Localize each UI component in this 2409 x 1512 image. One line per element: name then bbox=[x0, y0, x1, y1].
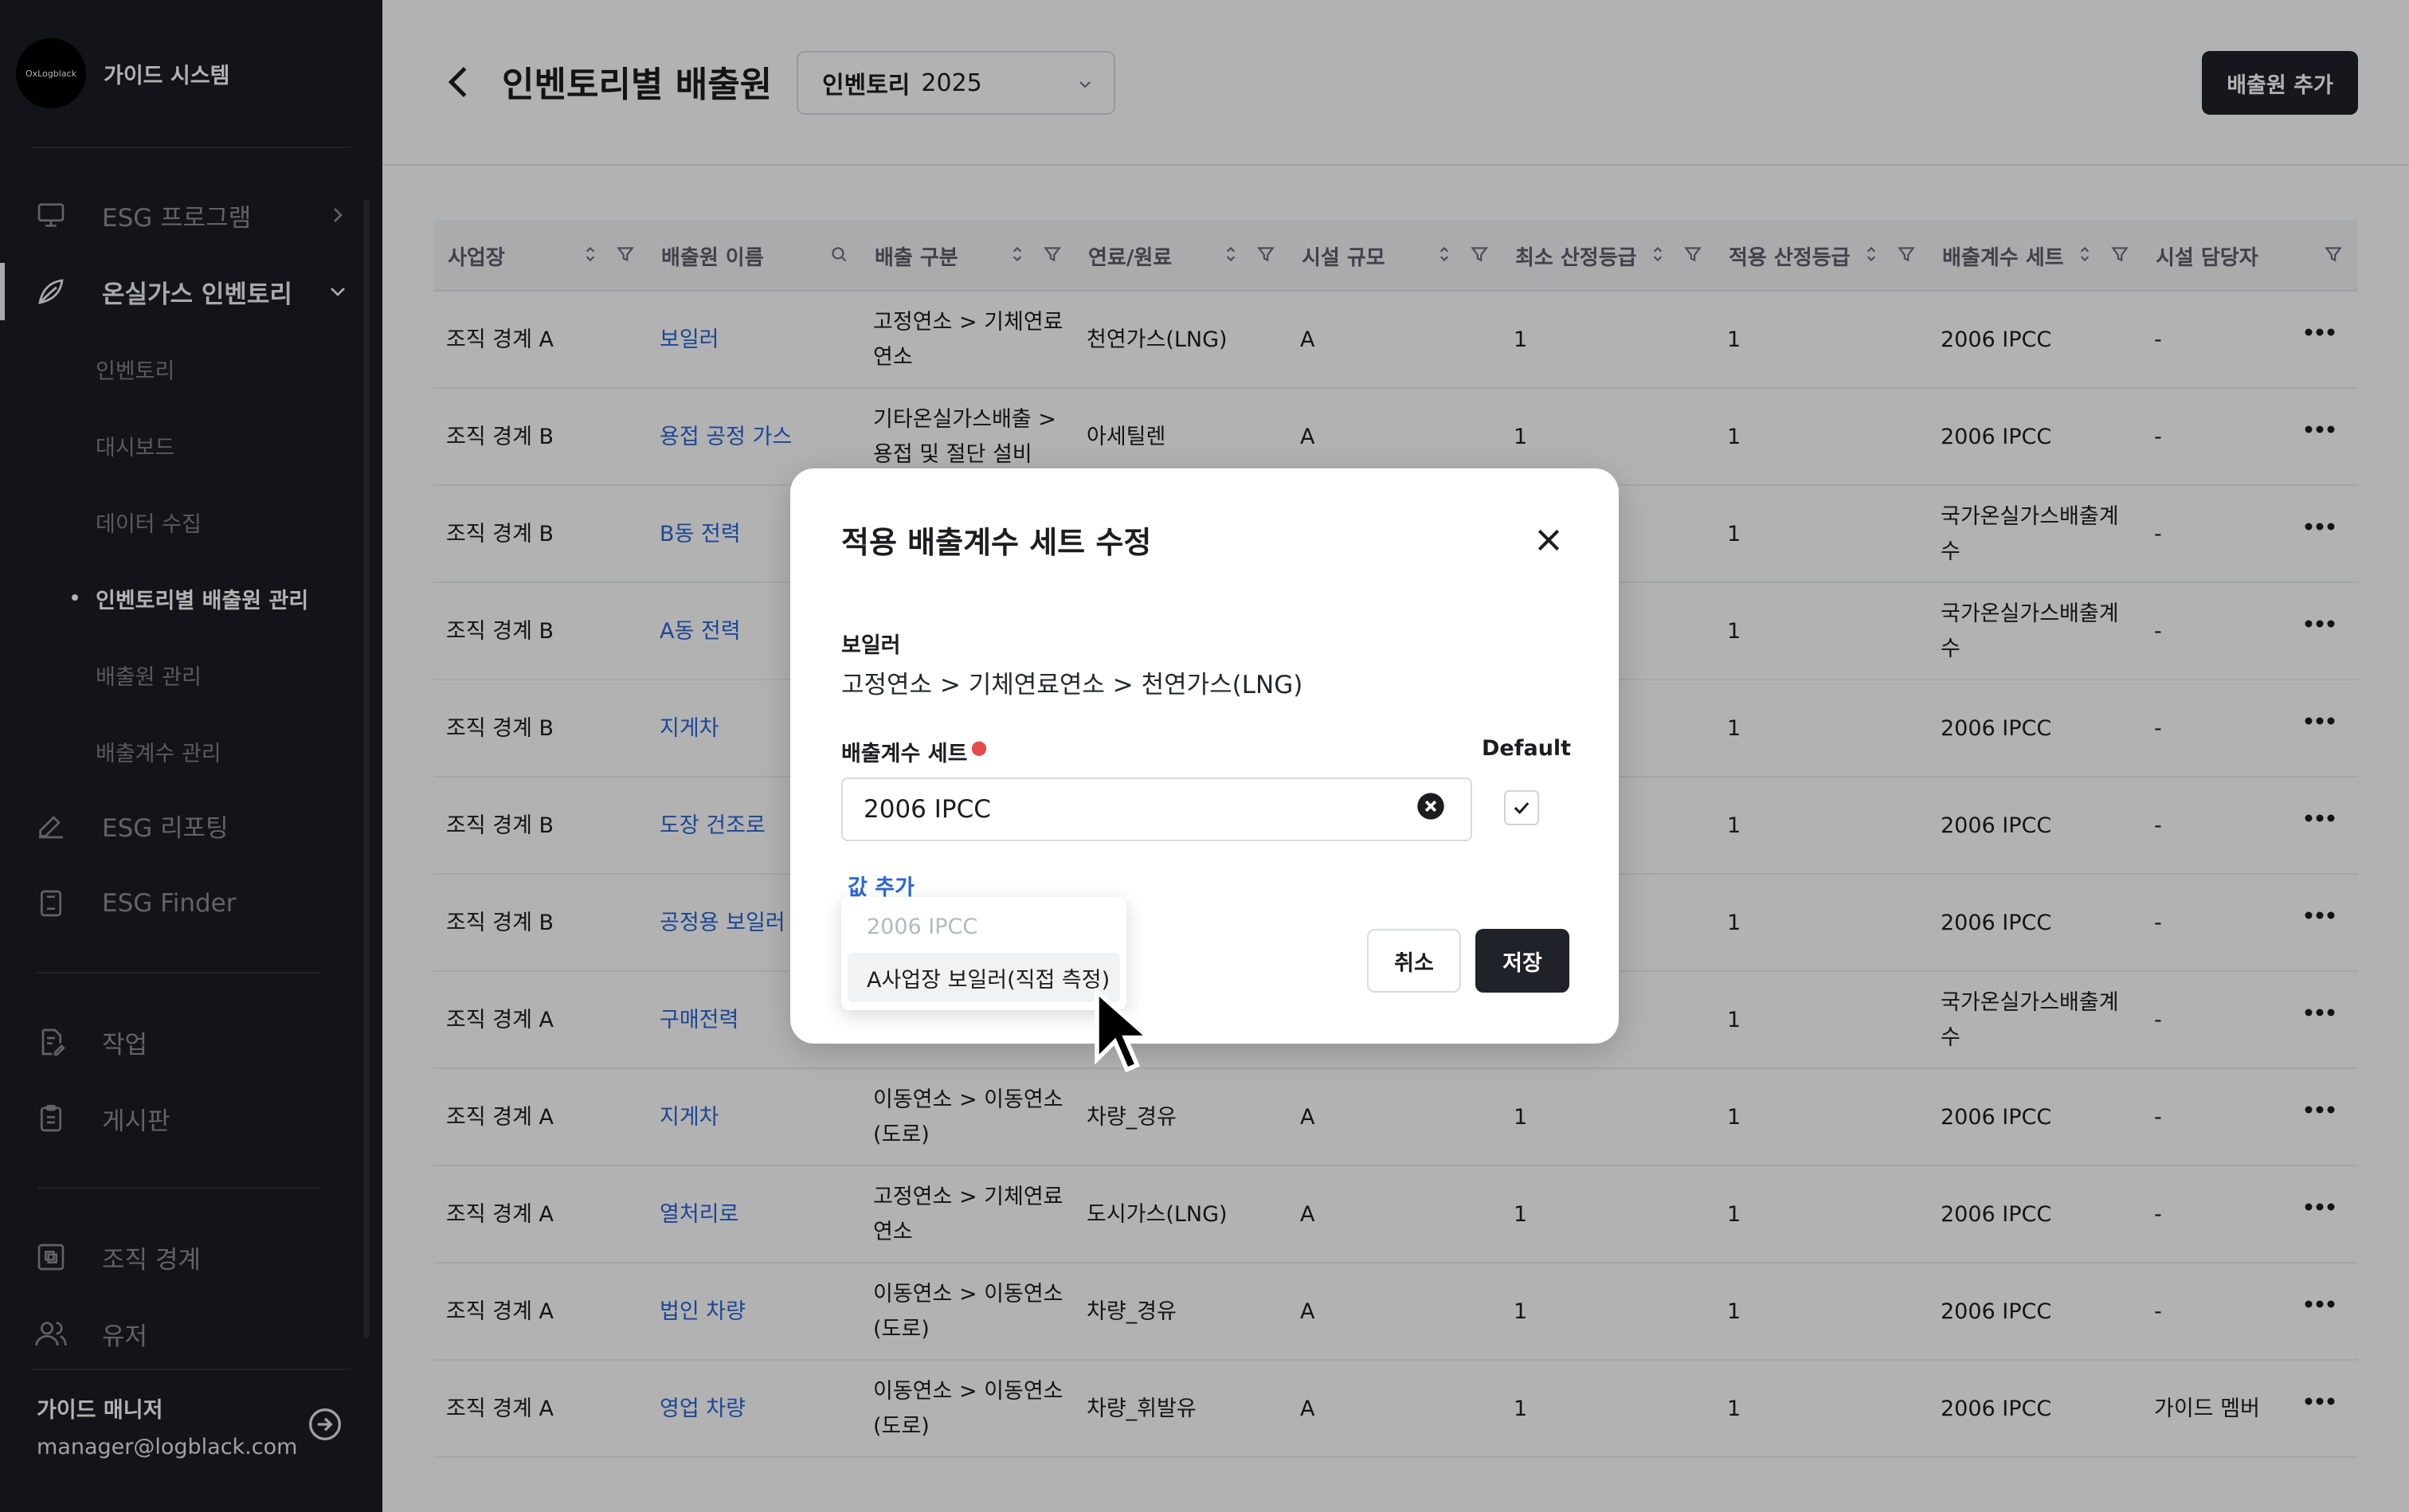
dropdown-option-disabled: 2006 IPCC bbox=[867, 915, 978, 939]
cancel-button[interactable]: 취소 bbox=[1367, 929, 1461, 993]
factor-set-input[interactable]: 2006 IPCC bbox=[841, 778, 1472, 841]
save-button[interactable]: 저장 bbox=[1475, 929, 1569, 993]
default-label: Default bbox=[1482, 736, 1572, 761]
clear-icon[interactable] bbox=[1415, 790, 1447, 822]
modal-title: 적용 배출계수 세트 수정 bbox=[841, 525, 1152, 560]
required-mark: ● bbox=[970, 736, 988, 758]
dropdown-option[interactable]: A사업장 보일러(직접 측정) bbox=[848, 953, 1120, 1002]
source-name: 보일러 bbox=[841, 633, 901, 658]
source-path: 고정연소 > 기체연료연소 > 천연가스(LNG) bbox=[841, 671, 1303, 699]
factor-set-label-text: 배출계수 세트 bbox=[841, 742, 968, 766]
mouse-cursor-icon bbox=[1095, 988, 1149, 1073]
factor-set-dropdown: 2006 IPCC A사업장 보일러(직접 측정) bbox=[841, 897, 1126, 1010]
default-checkbox[interactable] bbox=[1504, 790, 1539, 825]
close-icon[interactable] bbox=[1533, 524, 1565, 556]
factor-set-label: 배출계수 세트 ● bbox=[841, 736, 987, 767]
check-icon bbox=[1514, 802, 1530, 815]
